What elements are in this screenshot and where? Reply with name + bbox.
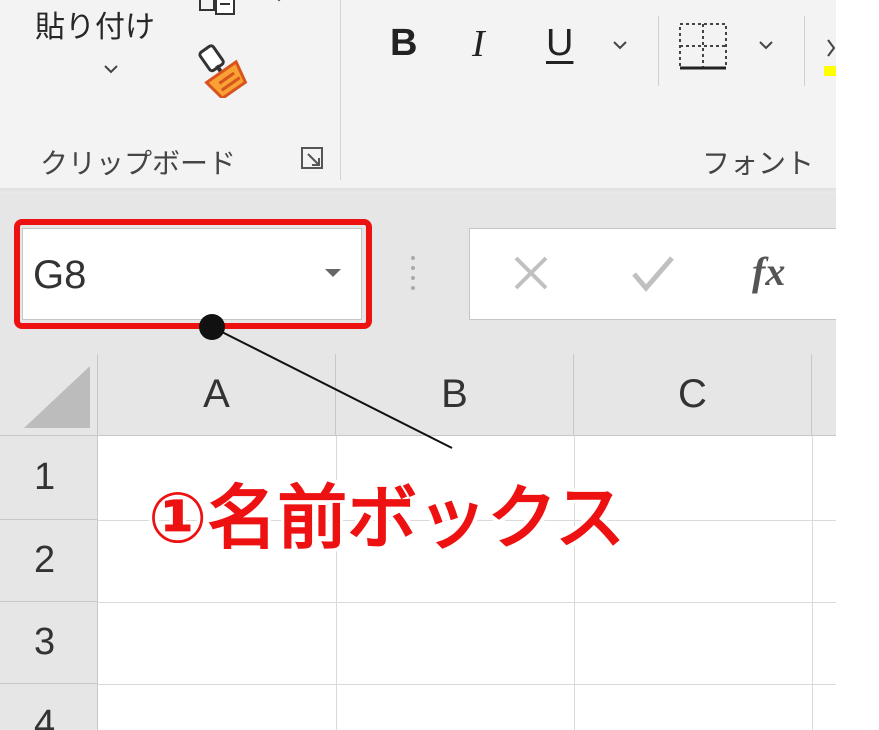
borders-icon[interactable] — [678, 22, 728, 70]
name-box-highlight — [14, 219, 372, 329]
italic-button[interactable]: I — [472, 22, 485, 66]
copy-icon[interactable] — [198, 0, 238, 16]
format-painter-icon[interactable] — [192, 42, 250, 98]
annotation-callout: ①名前ボックス — [148, 477, 626, 559]
paste-dropdown-chevron-icon[interactable] — [102, 60, 120, 78]
select-all-corner[interactable] — [0, 354, 98, 436]
copy-dropdown-chevron-icon[interactable] — [270, 0, 288, 6]
borders-dropdown-chevron-icon[interactable] — [757, 40, 775, 54]
gridline — [98, 602, 836, 603]
clipboard-dialog-launcher-icon[interactable] — [300, 146, 326, 172]
column-header-d[interactable] — [812, 354, 836, 436]
group-divider — [340, 0, 341, 180]
enter-check-icon[interactable] — [630, 252, 676, 294]
underline-button[interactable]: U — [546, 22, 573, 65]
column-header-a[interactable]: A — [98, 354, 336, 436]
ribbon: 貼り付け クリップボード B I U フォント — [0, 0, 836, 188]
column-header-b[interactable]: B — [336, 354, 574, 436]
insert-function-icon[interactable]: fx — [752, 248, 785, 295]
fill-color-icon[interactable] — [824, 36, 836, 78]
row-header-4[interactable]: 4 — [0, 684, 98, 730]
formula-bar-resize-handle-icon[interactable] — [408, 252, 418, 292]
row-header-3[interactable]: 3 — [0, 602, 98, 684]
gridline — [812, 436, 813, 730]
row-header-1[interactable]: 1 — [0, 436, 98, 520]
toolbar-separator — [658, 16, 659, 86]
column-header-c[interactable]: C — [574, 354, 812, 436]
underline-dropdown-chevron-icon[interactable] — [611, 40, 629, 54]
gridline — [98, 684, 836, 685]
clipboard-group-label: クリップボード — [40, 147, 237, 180]
row-header-2[interactable]: 2 — [0, 520, 98, 602]
toolbar-separator — [804, 16, 805, 86]
excel-window: 貼り付け クリップボード B I U フォント G8 fx A B C 1 2 … — [0, 0, 836, 730]
font-group-label: フォント — [702, 147, 815, 180]
cancel-icon[interactable] — [510, 252, 552, 294]
select-all-triangle-icon[interactable] — [0, 354, 98, 436]
bold-button[interactable]: B — [390, 22, 417, 65]
paste-label[interactable]: 貼り付け — [35, 2, 155, 46]
